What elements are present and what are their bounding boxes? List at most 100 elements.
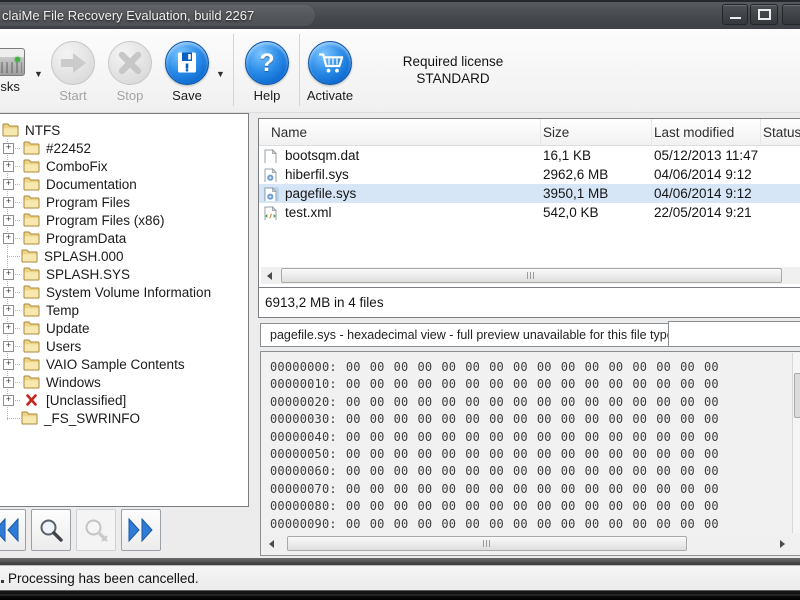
maximize-icon (757, 9, 771, 20)
minimize-icon (729, 17, 741, 19)
save-dropdown-icon[interactable]: ▼ (216, 70, 225, 79)
column-header-last-modified[interactable]: Last modified (652, 119, 761, 145)
file-name-cell: test.xml (259, 205, 541, 220)
scrollbar-grip-icon (527, 272, 536, 279)
expand-toggle-icon[interactable]: + (3, 340, 14, 352)
expand-toggle-icon[interactable]: + (3, 268, 14, 280)
tree-item[interactable]: + Windows (0, 373, 248, 391)
tree-item-label: [Unclassified] (46, 392, 127, 408)
title-bar: claiMe File Recovery Evaluation, build 2… (0, 0, 800, 29)
tree-item[interactable]: + Program Files (0, 193, 248, 211)
disks-dropdown-icon[interactable]: ▼ (34, 70, 43, 79)
file-row[interactable]: pagefile.sys 3950,1 MB 04/06/2014 9:12 (259, 184, 800, 203)
license-line1: Required license (402, 54, 504, 69)
expand-toggle-icon[interactable]: + (3, 322, 14, 334)
folder-icon (23, 177, 40, 191)
file-row[interactable]: hiberfil.sys 2962,6 MB 04/06/2014 9:12 (259, 165, 800, 184)
hex-hscrollbar[interactable] (263, 535, 790, 552)
tree-item[interactable]: + System Volume Information (0, 283, 248, 301)
close-button[interactable] (782, 4, 800, 25)
file-name-cell: hiberfil.sys (259, 167, 541, 182)
start-button: Start (45, 41, 101, 103)
expand-toggle-icon[interactable]: + (3, 394, 14, 406)
tree-item[interactable]: + VAIO Sample Contents (0, 355, 248, 373)
expand-toggle-icon[interactable]: + (3, 286, 14, 298)
hex-preview-panel: 00000000: 00 00 00 00 00 00 00 00 00 00 … (260, 351, 800, 556)
selection-summary: 6913,2 MB in 4 files (258, 287, 800, 318)
file-list-rows: bootsqm.dat 16,1 KB 05/12/2013 11:47 hiberf… (259, 146, 800, 222)
hex-line: 00000020: 00 00 00 00 00 00 00 00 00 00 … (270, 394, 719, 409)
scrollbar-track[interactable] (277, 268, 800, 283)
expand-toggle-icon[interactable]: + (3, 232, 14, 244)
tree-item[interactable]: + ProgramData (0, 229, 248, 247)
expand-toggle-icon[interactable]: + (3, 142, 14, 154)
tree-item[interactable]: + SPLASH.SYS (0, 265, 248, 283)
folder-icon (23, 321, 40, 335)
disks-button[interactable]: Disks ▼ (0, 41, 43, 94)
hex-line: 00000040: 00 00 00 00 00 00 00 00 00 00 … (270, 429, 719, 444)
scrollbar-thumb[interactable] (281, 268, 782, 283)
scroll-left-icon[interactable] (261, 268, 277, 283)
expand-toggle-icon[interactable]: + (3, 196, 14, 208)
expand-toggle-icon[interactable]: + (3, 376, 14, 388)
scroll-left-icon[interactable] (263, 536, 279, 551)
file-modified-cell: 04/06/2014 9:12 (654, 167, 752, 182)
file-name: test.xml (285, 205, 332, 220)
tree-item[interactable]: + #22452 (0, 139, 248, 157)
hex-vscrollbar[interactable] (792, 353, 800, 533)
scroll-right-icon[interactable] (774, 536, 790, 551)
file-size-cell: 542,0 KB (543, 205, 599, 220)
system-file-icon (264, 167, 279, 182)
scrollbar-grip-icon (482, 540, 492, 547)
scrollbar-thumb[interactable] (287, 536, 687, 551)
window-bottom-border (0, 590, 800, 600)
file-list-hscrollbar[interactable] (261, 267, 800, 284)
expand-toggle-icon[interactable]: + (3, 214, 14, 226)
tree-item-label: ComboFix (46, 158, 108, 174)
hex-line: 00000070: 00 00 00 00 00 00 00 00 00 00 … (270, 481, 719, 496)
tree-item[interactable]: _FS_SWRINFO (0, 409, 248, 427)
scrollbar-thumb[interactable] (794, 373, 800, 418)
tree-item-label: VAIO Sample Contents (46, 356, 185, 372)
tree-item[interactable]: SPLASH.000 (0, 247, 248, 265)
tree-item[interactable]: + Program Files (x86) (0, 211, 248, 229)
column-header-size[interactable]: Size (541, 119, 652, 145)
search-button[interactable] (31, 509, 71, 551)
scrollbar-track[interactable] (279, 536, 774, 551)
help-button[interactable]: ? Help (239, 41, 295, 103)
expand-toggle-icon[interactable]: + (3, 304, 14, 316)
expand-toggle-icon[interactable]: + (3, 358, 14, 370)
tree-item[interactable]: + Users (0, 337, 248, 355)
activate-label: Activate (306, 88, 354, 103)
file-list-header: Name Size Last modified Status (259, 119, 800, 146)
license-info: Required license STANDARD (388, 53, 518, 87)
tree-item[interactable]: + Documentation (0, 175, 248, 193)
tree-item[interactable]: + ComboFix (0, 157, 248, 175)
shopping-cart-icon (308, 41, 352, 85)
stop-x-icon (108, 41, 152, 85)
tree-item[interactable]: + [Unclassified] (0, 391, 248, 409)
expand-toggle-icon[interactable]: + (3, 178, 14, 190)
folder-icon (23, 285, 40, 299)
save-button[interactable]: Save ▼ (159, 41, 225, 103)
tree-item-label: Program Files (46, 194, 131, 210)
file-row[interactable]: test.xml 542,0 KB 22/05/2014 9:21 (259, 203, 800, 222)
activate-button[interactable]: Activate (302, 41, 358, 103)
file-row[interactable]: bootsqm.dat 16,1 KB 05/12/2013 11:47 (259, 146, 800, 165)
preview-tab[interactable]: pagefile.sys - hexadecimal view - full p… (260, 323, 684, 347)
file-name: hiberfil.sys (285, 167, 349, 182)
maximize-button[interactable] (750, 4, 778, 25)
preview-tab-strip (668, 321, 800, 347)
minimize-button[interactable] (722, 4, 748, 25)
tree-item[interactable]: + Update (0, 319, 248, 337)
tree-connector (7, 256, 20, 257)
toolbar-separator (233, 34, 234, 106)
jump-next-button[interactable] (121, 509, 161, 551)
jump-previous-button[interactable] (0, 509, 26, 551)
column-header-name[interactable]: Name (259, 119, 541, 145)
column-header-status[interactable]: Status (761, 119, 800, 145)
expand-toggle-icon[interactable]: + (3, 160, 14, 172)
hex-line: 00000060: 00 00 00 00 00 00 00 00 00 00 … (270, 464, 719, 479)
tree-item-root[interactable]: NTFS (0, 121, 248, 139)
tree-item[interactable]: + Temp (0, 301, 248, 319)
